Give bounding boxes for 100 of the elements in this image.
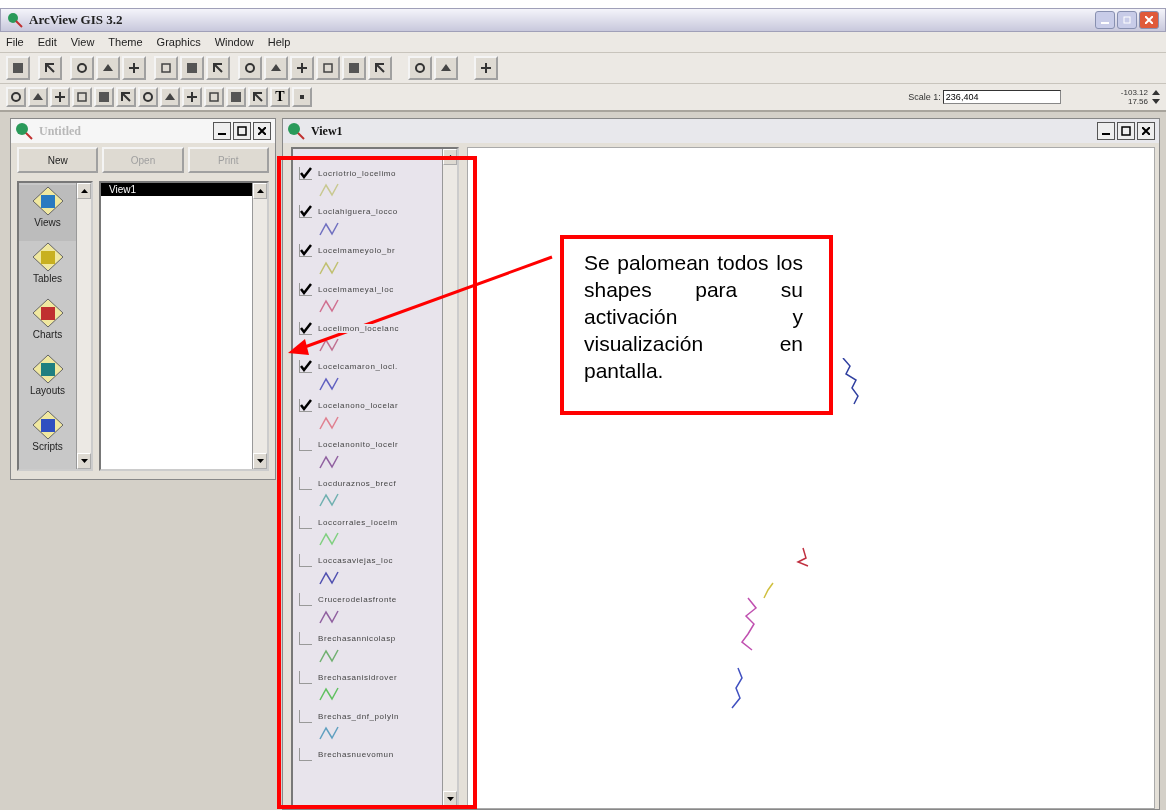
- toolbar-button[interactable]: [290, 56, 314, 80]
- tool-icon: [211, 61, 225, 75]
- tool-icon: [75, 61, 89, 75]
- toolbar-button[interactable]: [70, 56, 94, 80]
- scrollbar[interactable]: [442, 149, 457, 807]
- theme-checkbox[interactable]: [299, 515, 312, 529]
- theme-checkbox[interactable]: [299, 554, 312, 568]
- menu-item[interactable]: View: [70, 36, 95, 48]
- maximize-button[interactable]: [233, 122, 251, 140]
- menu-item[interactable]: Theme: [108, 36, 143, 48]
- theme-checkbox[interactable]: [299, 438, 312, 452]
- tool-button[interactable]: [160, 87, 180, 107]
- toolbar-button[interactable]: [316, 56, 340, 80]
- window-title: Untitled: [39, 123, 81, 139]
- tool-button[interactable]: [50, 87, 70, 107]
- scrollbar[interactable]: [76, 183, 91, 469]
- document-type-item[interactable]: Views: [19, 185, 76, 241]
- toolbar-button[interactable]: [122, 56, 146, 80]
- theme-checkbox[interactable]: [299, 709, 312, 723]
- theme-checkbox[interactable]: [299, 205, 312, 219]
- theme-checkbox[interactable]: [299, 244, 312, 258]
- tool-icon: [321, 61, 335, 75]
- coordinate-readout: 17.56: [1127, 97, 1148, 106]
- document-type-item[interactable]: Tables: [19, 241, 76, 297]
- tool-button[interactable]: [138, 87, 158, 107]
- theme-checkbox[interactable]: [299, 670, 312, 684]
- tool-icon: [207, 90, 221, 104]
- toolbar-button[interactable]: [6, 56, 30, 80]
- tool-button[interactable]: [204, 87, 224, 107]
- toolbar-button[interactable]: [96, 56, 120, 80]
- document-type-icon: [30, 353, 65, 385]
- theme-name: Locelanonito_locelr: [318, 440, 399, 450]
- tool-button[interactable]: [28, 87, 48, 107]
- tool-button[interactable]: [94, 87, 114, 107]
- project-button[interactable]: New: [17, 147, 99, 173]
- document-type-icon: [30, 241, 65, 273]
- tool-icon: [185, 90, 199, 104]
- theme-name: Loccorrales_locelm: [318, 517, 398, 527]
- maximize-button[interactable]: [1117, 122, 1135, 140]
- theme-checkbox[interactable]: [299, 399, 312, 413]
- menu-item[interactable]: Window: [214, 36, 254, 48]
- scrollbar[interactable]: [252, 183, 267, 469]
- scroll-down-icon: [80, 459, 88, 463]
- text-tool-button[interactable]: T: [270, 87, 290, 107]
- toolbar-button[interactable]: [38, 56, 62, 80]
- toolbar-button[interactable]: [206, 56, 230, 80]
- close-button[interactable]: [1137, 122, 1155, 140]
- tool-button[interactable]: [116, 87, 136, 107]
- toolbar-button[interactable]: [434, 56, 458, 80]
- theme-checkbox[interactable]: [299, 360, 312, 374]
- toolbar-button[interactable]: [408, 56, 432, 80]
- tool-icon: [229, 90, 243, 104]
- tool-icon: [75, 90, 89, 104]
- toolbar-button[interactable]: [180, 56, 204, 80]
- tool-button[interactable]: [248, 87, 268, 107]
- document-type-icon: [30, 185, 65, 217]
- theme-checkbox[interactable]: [299, 282, 312, 296]
- toolbar-button[interactable]: [154, 56, 178, 80]
- tool-icon: [53, 90, 67, 104]
- magnifier-globe-icon: [15, 122, 33, 140]
- tool-button[interactable]: [226, 87, 246, 107]
- tool-icon: [243, 61, 257, 75]
- theme-checkbox[interactable]: [299, 593, 312, 607]
- close-button[interactable]: [253, 122, 271, 140]
- document-type-item[interactable]: Charts: [19, 297, 76, 353]
- annotation-callout: Se palomean todos los shapes para su activación y visualización en pantalla.: [560, 235, 833, 415]
- tool-button[interactable]: [6, 87, 26, 107]
- menu-item[interactable]: File: [6, 36, 24, 48]
- scale-field[interactable]: 236,404: [942, 90, 1061, 104]
- document-type-item[interactable]: Scripts: [19, 409, 76, 465]
- tool-icon: [127, 61, 141, 75]
- theme-checkbox[interactable]: [299, 321, 312, 335]
- tool-button[interactable]: [292, 87, 312, 107]
- tool-icon: [97, 90, 111, 104]
- theme-checkbox[interactable]: [299, 476, 312, 490]
- document-list-item[interactable]: View1: [101, 183, 252, 196]
- tool-button[interactable]: [72, 87, 92, 107]
- theme-name: Loclahiguera_locco: [318, 207, 398, 217]
- theme-checkbox[interactable]: [299, 748, 312, 762]
- magnifier-globe-icon: [7, 12, 23, 28]
- toolbar-button[interactable]: [474, 56, 498, 80]
- minimize-button[interactable]: [213, 122, 231, 140]
- menu-item[interactable]: Help: [267, 36, 291, 48]
- document-type-icon: [30, 409, 65, 441]
- theme-name: Brechasanisidrover: [318, 672, 398, 682]
- toolbar-button[interactable]: [342, 56, 366, 80]
- minimize-button[interactable]: [1097, 122, 1115, 140]
- toolbar-button[interactable]: [238, 56, 262, 80]
- tool-icon: [479, 61, 493, 75]
- tool-button[interactable]: [182, 87, 202, 107]
- toolbar-button[interactable]: [264, 56, 288, 80]
- scroll-down-icon: [256, 459, 264, 463]
- document-type-item[interactable]: Layouts: [19, 353, 76, 409]
- toolbar-button[interactable]: [368, 56, 392, 80]
- theme-checkbox[interactable]: [299, 632, 312, 646]
- scale-label: Scale 1:: [908, 92, 941, 102]
- restore-button[interactable]: [1117, 11, 1137, 29]
- theme-checkbox[interactable]: [299, 166, 312, 180]
- menu-item[interactable]: Edit: [37, 36, 57, 48]
- menu-item[interactable]: Graphics: [156, 36, 201, 48]
